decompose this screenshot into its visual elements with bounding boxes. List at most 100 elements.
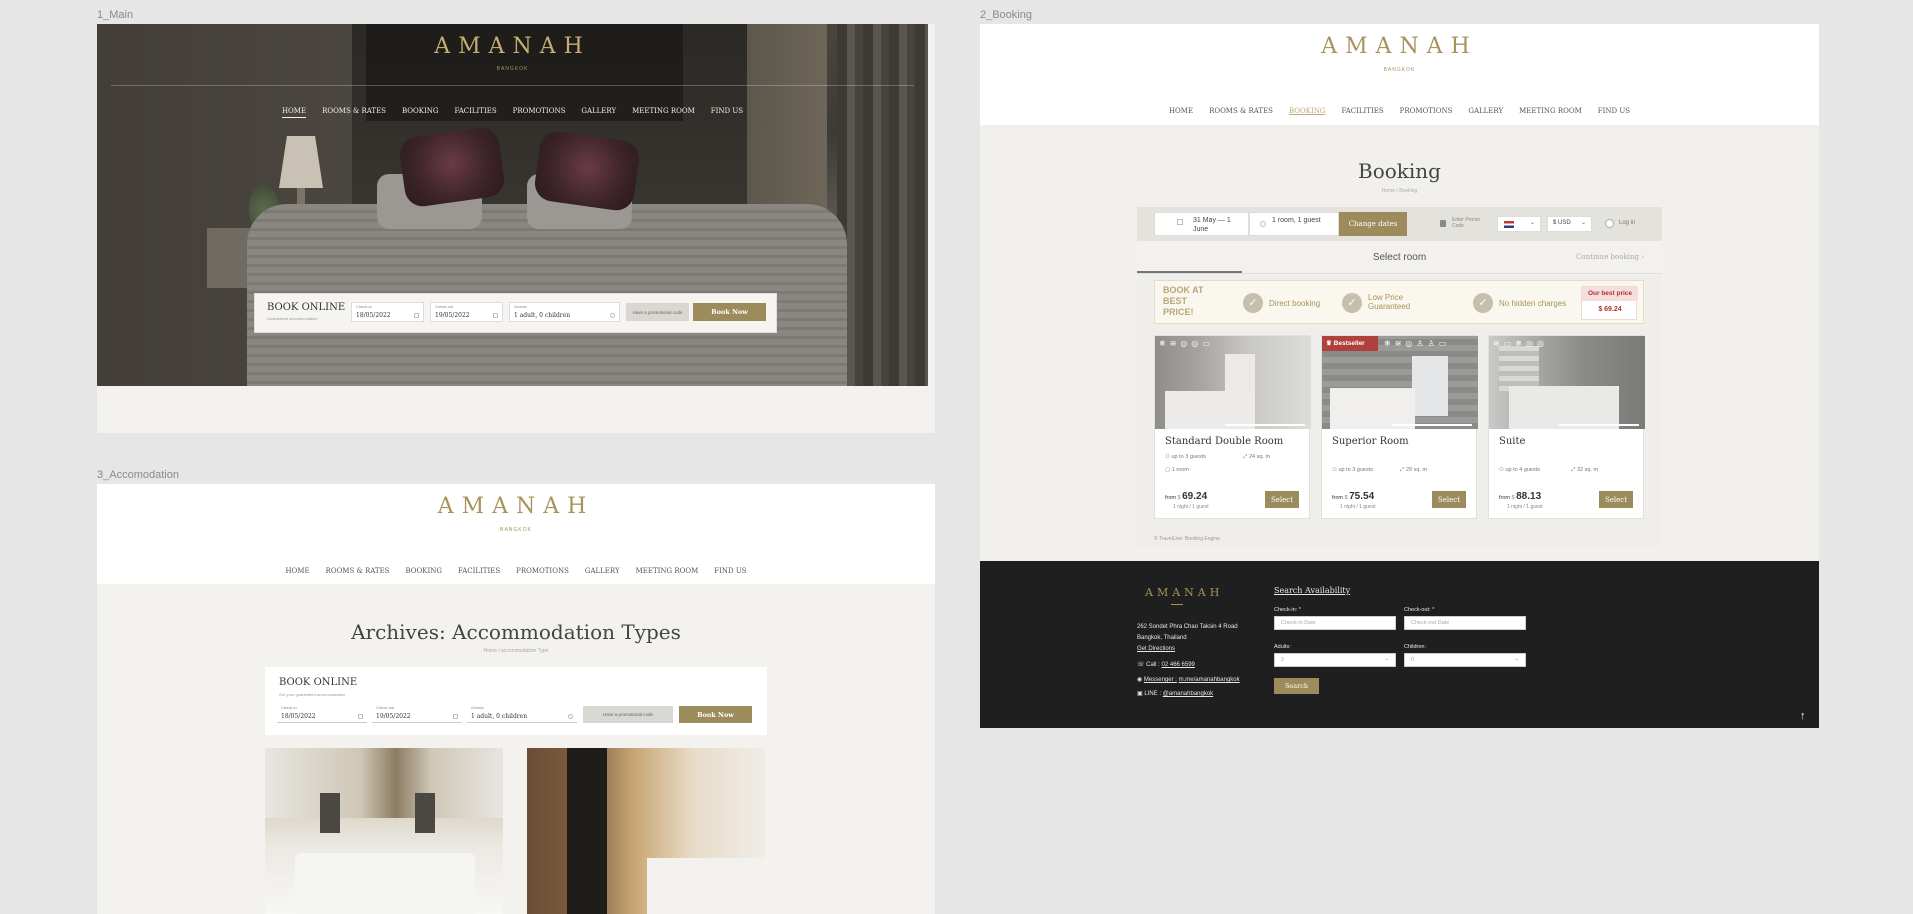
currency-value: $ USD xyxy=(1553,220,1571,226)
booking-engine-toolbar: 31 May — 1 June 1 room, 1 guest Change d… xyxy=(1137,207,1662,241)
nav-find-us[interactable]: FIND US xyxy=(1590,107,1638,115)
checkout-field[interactable]: Check-out 19/05/2022 xyxy=(372,704,462,723)
nav-booking[interactable]: BOOKING xyxy=(1281,107,1333,115)
room-photo[interactable] xyxy=(265,748,503,914)
room-capacity: ⚇ up to 3 guests xyxy=(1332,467,1373,473)
nav-rooms-rates[interactable]: ROOMS & RATES xyxy=(314,107,394,118)
nav-promotions[interactable]: PROMOTIONS xyxy=(1392,107,1461,115)
room-name[interactable]: Standard Double Room xyxy=(1165,436,1283,447)
get-directions-link[interactable]: Get Directions xyxy=(1137,646,1175,652)
currency-selector[interactable]: $ USD ⌄ xyxy=(1547,216,1592,232)
nav-facilities[interactable]: FACILITIES xyxy=(1333,107,1391,115)
guests-field[interactable]: Guests 1 adult, 0 children xyxy=(509,302,620,322)
footer-logo[interactable]: AMANAH xyxy=(1145,586,1223,599)
breadcrumb-home[interactable]: Home xyxy=(1382,188,1395,194)
book-now-button[interactable]: Book Now xyxy=(679,706,752,723)
breadcrumb-home[interactable]: Home xyxy=(484,648,497,654)
nav-gallery[interactable]: GALLERY xyxy=(573,107,624,118)
children-select[interactable]: 0 ⌄ xyxy=(1404,653,1526,667)
perk-direct-booking: Direct booking xyxy=(1269,299,1321,308)
nav-home[interactable]: HOME xyxy=(281,107,307,118)
room-capacity: ⚇ up to 4 guests xyxy=(1499,467,1540,473)
page-title: Archives: Accommodation Types xyxy=(351,620,681,644)
brand-logo[interactable]: AMANAH xyxy=(980,34,1819,59)
checkin-field[interactable]: Check-in 18/05/2022 xyxy=(277,704,367,723)
room-photo[interactable] xyxy=(1155,336,1311,429)
accommodation-frame: AMANAH BANGKOK HOME ROOMS & RATES BOOKIN… xyxy=(97,484,935,914)
select-room-button[interactable]: Select xyxy=(1599,491,1633,508)
room-card[interactable]: ♛ Bestseller ❄ ≋ ◎ ♙ ♙ ▭ Superior Room ⚇ up t… xyxy=(1321,335,1478,519)
room-photo-bed xyxy=(1330,388,1415,429)
brand-city: BANGKOK xyxy=(1383,67,1416,73)
chevron-right-icon: › xyxy=(1641,253,1644,261)
nav-meeting-room[interactable]: MEETING ROOM xyxy=(624,107,703,118)
continue-booking-link[interactable]: Continue booking › xyxy=(1576,253,1644,261)
nav-meeting-room[interactable]: MEETING ROOM xyxy=(628,567,707,575)
language-selector[interactable]: ⌄ xyxy=(1497,216,1541,232)
room-area: ⤢ 29 sq. m xyxy=(1400,467,1427,474)
checkin-value: 18/05/2022 xyxy=(281,713,316,720)
nav-home[interactable]: HOME xyxy=(277,567,317,575)
nav-facilities[interactable]: FACILITIES xyxy=(446,107,504,118)
change-dates-button[interactable]: Change dates xyxy=(1339,212,1407,236)
room-price: from $ 75.54 xyxy=(1332,491,1374,502)
promo-code-button[interactable]: Have a promotional code xyxy=(583,706,673,723)
room-card[interactable]: ❄ ≋ ◎ ◎ ▭ Standard Double Room ⚇ up to 3 gue… xyxy=(1154,335,1311,519)
room-photo[interactable] xyxy=(1489,336,1645,429)
nav-find-us[interactable]: FIND US xyxy=(706,567,754,575)
messenger-link[interactable]: m.me/amanahbangkok xyxy=(1179,677,1240,683)
room-photo-bed xyxy=(647,858,765,914)
rooms-selector[interactable]: 1 room, 1 guest xyxy=(1249,212,1339,236)
brand-logo[interactable]: AMANAH xyxy=(97,34,928,59)
check-icon: ✓ xyxy=(1342,293,1362,313)
room-name[interactable]: Superior Room xyxy=(1332,436,1409,447)
nav-rooms-rates[interactable]: ROOMS & RATES xyxy=(1201,107,1281,115)
nav-home[interactable]: HOME xyxy=(1161,107,1201,115)
checkin-date-input[interactable]: Check-in Date xyxy=(1274,616,1396,630)
room-count: ▢ 1 room xyxy=(1165,467,1189,473)
brand-logo[interactable]: AMANAH xyxy=(97,494,935,519)
checkin-label: Check-in xyxy=(281,705,297,710)
step-divider xyxy=(1137,273,1662,274)
nav-promotions[interactable]: PROMOTIONS xyxy=(505,107,574,118)
room-area: ⤢ 32 sq. m xyxy=(1571,467,1598,474)
select-room-button[interactable]: Select xyxy=(1265,491,1299,508)
promo-code-link[interactable]: Enter Promo Code xyxy=(1452,217,1492,229)
powered-by[interactable]: © TravelLine: Booking Engine xyxy=(1154,536,1220,542)
room-photo-wall xyxy=(1499,346,1539,391)
select-room-button[interactable]: Select xyxy=(1432,491,1466,508)
search-button[interactable]: Search xyxy=(1274,678,1319,694)
scroll-top-icon[interactable]: ↑ xyxy=(1800,710,1806,722)
checkin-field[interactable]: Check-in 18/05/2022 xyxy=(351,302,424,322)
dates-selector[interactable]: 31 May — 1 June xyxy=(1154,212,1249,236)
nav-booking[interactable]: BOOKING xyxy=(397,567,449,575)
guests-field[interactable]: Guests 1 adult, 0 children xyxy=(467,704,577,723)
nav-rooms-rates[interactable]: ROOMS & RATES xyxy=(318,567,398,575)
nav-meeting-room[interactable]: MEETING ROOM xyxy=(1511,107,1590,115)
search-availability-title: Search Availability xyxy=(1274,586,1351,595)
checkout-field[interactable]: Check-out 19/05/2022 xyxy=(430,302,503,322)
nav-booking[interactable]: BOOKING xyxy=(394,107,446,118)
line-link[interactable]: @amanahbangkok xyxy=(1163,691,1213,697)
checkin-label: Check-in: * xyxy=(1274,607,1301,613)
nav-gallery[interactable]: GALLERY xyxy=(1460,107,1511,115)
phone-link[interactable]: 02 466 6599 xyxy=(1162,662,1195,668)
room-photo[interactable] xyxy=(527,748,765,914)
photo-slider-indicator xyxy=(1392,424,1472,426)
nav-gallery[interactable]: GALLERY xyxy=(577,567,628,575)
nav-facilities[interactable]: FACILITIES xyxy=(450,567,508,575)
flag-icon xyxy=(1504,221,1514,228)
promo-code-button[interactable]: Have a promotional code xyxy=(626,303,689,321)
room-card[interactable]: ≋ ▭ ❄ ◎ ◎ Suite ⚇ up to 4 guests ⤢ 32 sq. m … xyxy=(1488,335,1645,519)
book-now-button[interactable]: Book Now xyxy=(693,303,766,321)
login-link[interactable]: Log in xyxy=(1619,220,1635,226)
nav-promotions[interactable]: PROMOTIONS xyxy=(508,567,577,575)
room-photo-door xyxy=(567,748,607,914)
nav-find-us[interactable]: FIND US xyxy=(703,107,751,118)
room-area-text: 32 sq. m xyxy=(1576,467,1599,473)
messenger-icon: ◉ xyxy=(1137,677,1144,683)
adults-select[interactable]: 2 ⌄ xyxy=(1274,653,1396,667)
chevron-down-icon: ⌄ xyxy=(1580,220,1586,226)
room-name[interactable]: Suite xyxy=(1499,436,1525,447)
checkout-date-input[interactable]: Check-out Date xyxy=(1404,616,1526,630)
